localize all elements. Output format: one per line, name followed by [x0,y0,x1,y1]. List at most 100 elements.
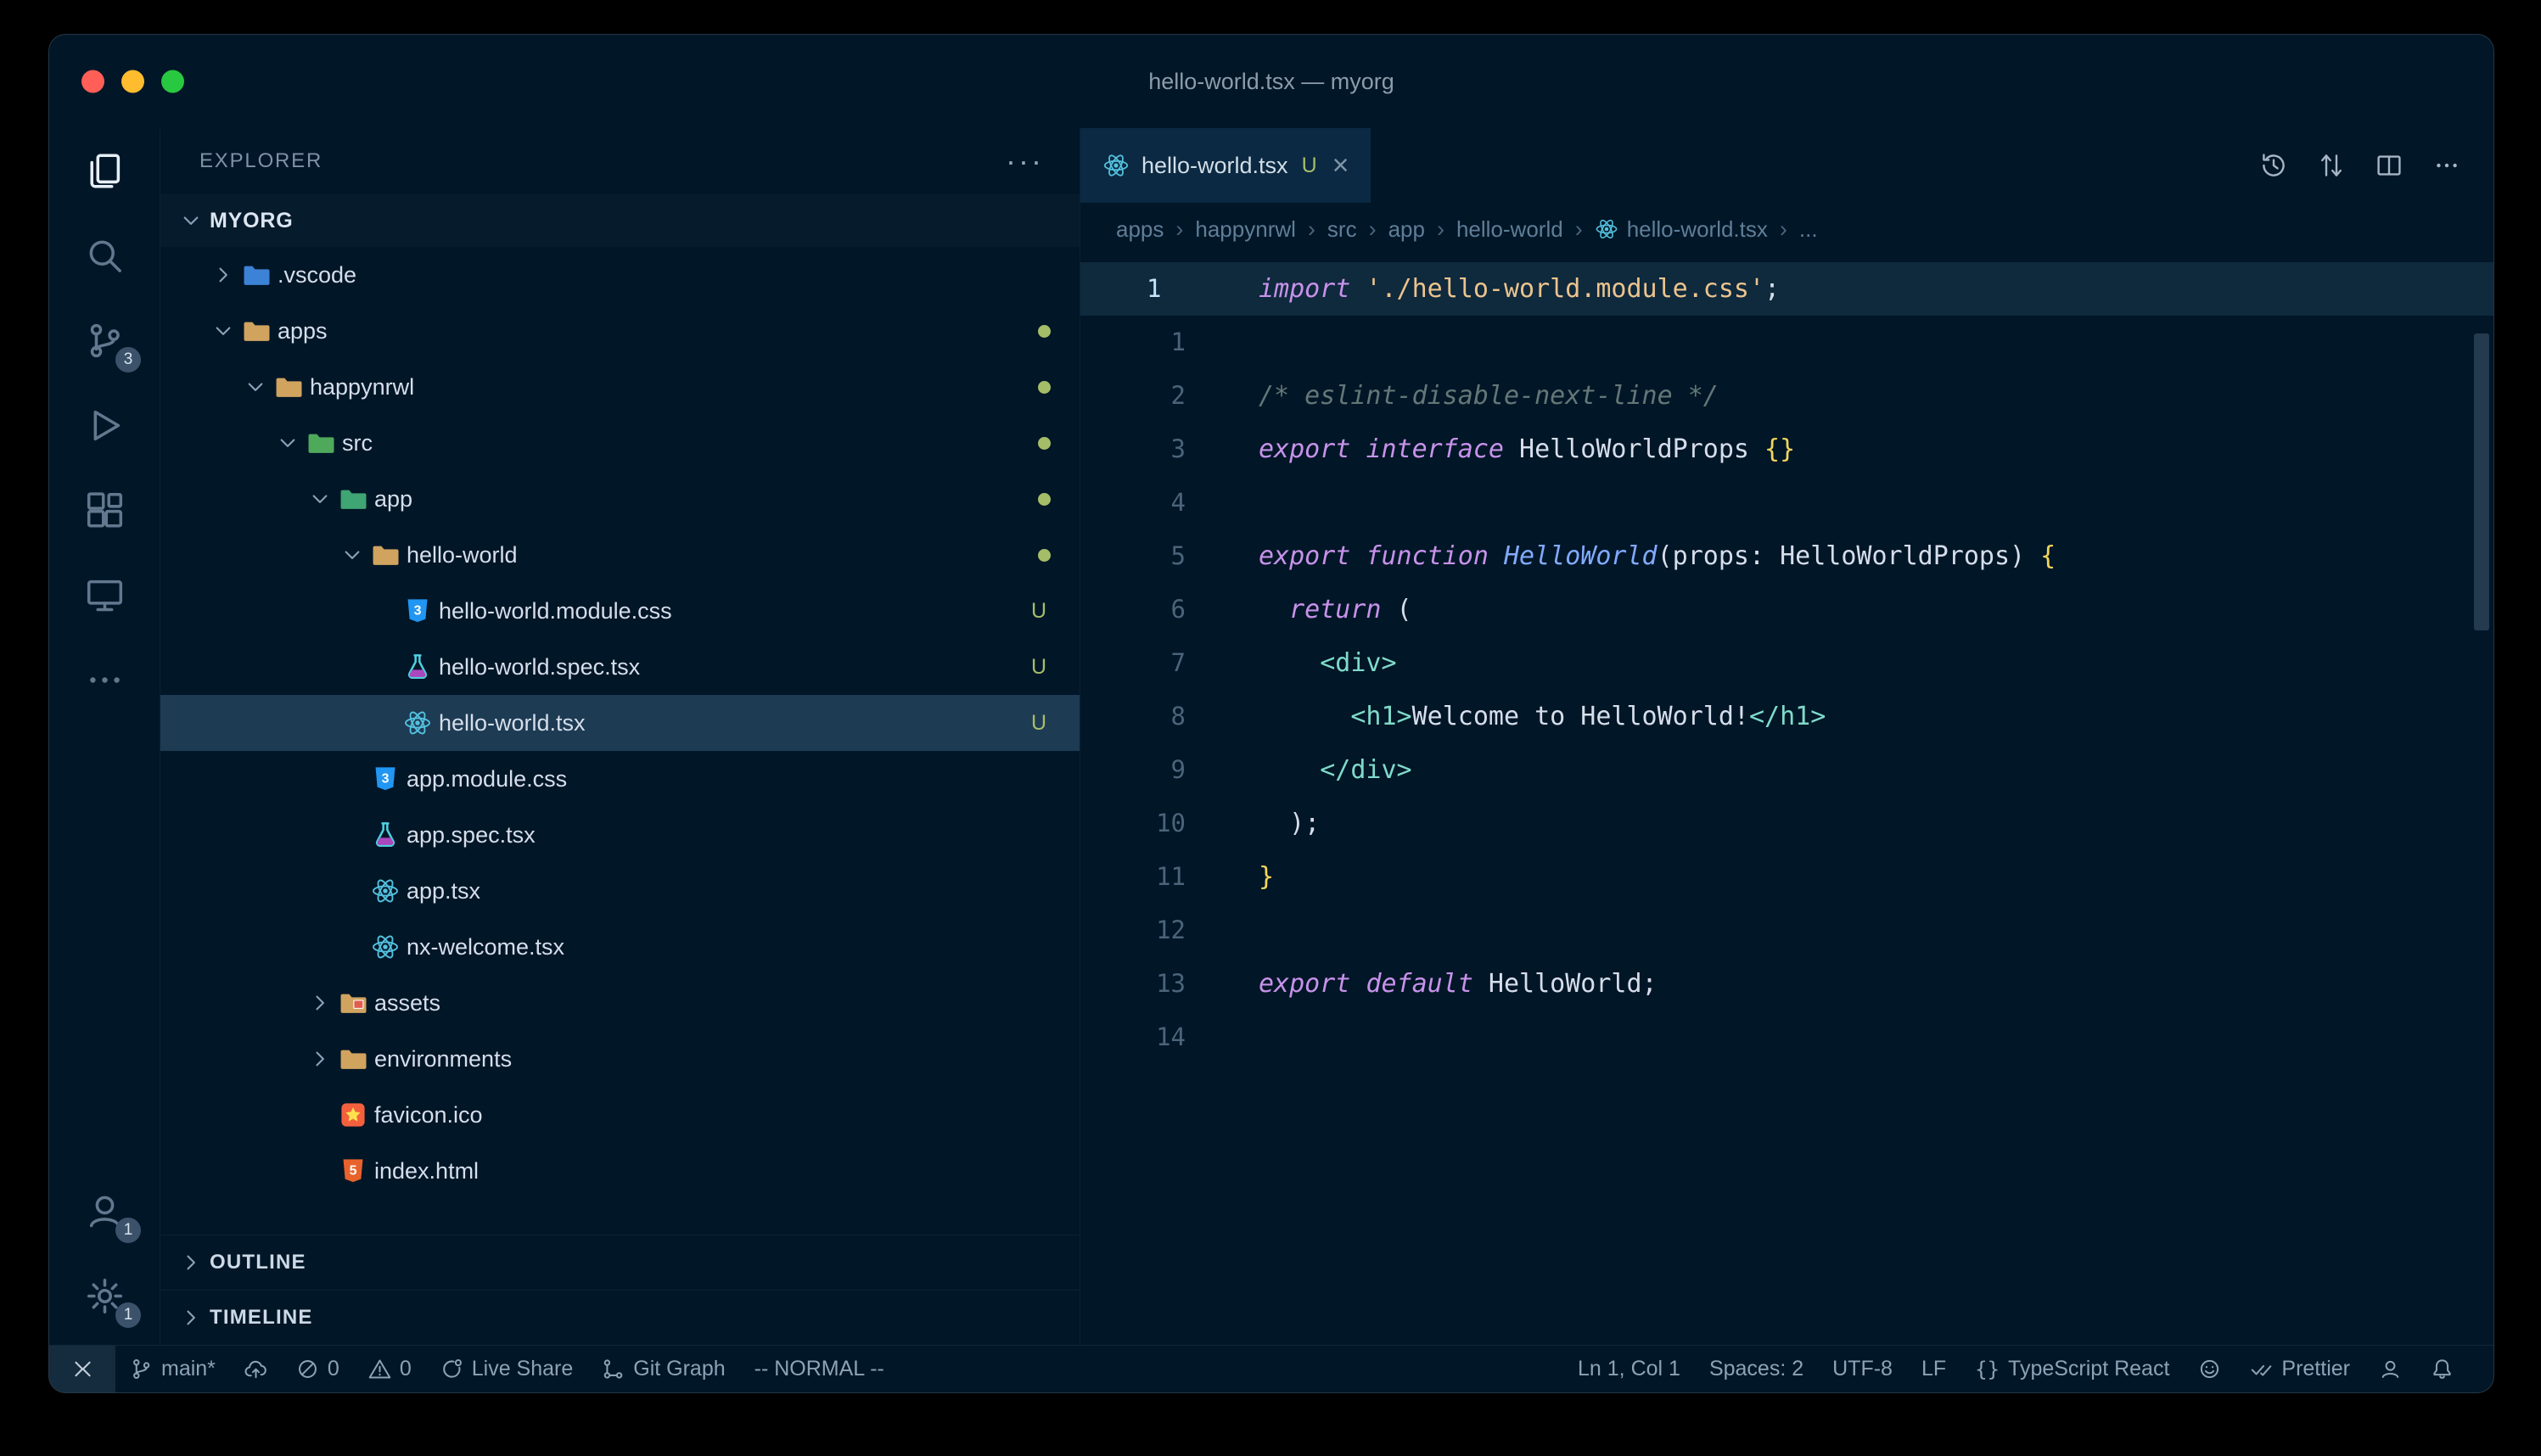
line-number: 8 [1080,690,1225,743]
activity-extensions[interactable] [49,468,160,552]
section-outline[interactable]: OUTLINE [160,1235,1080,1290]
tree-file-app-tsx[interactable]: app.tsx [160,863,1080,919]
tree-folder-apps[interactable]: apps [160,303,1080,359]
status-indentation[interactable]: Spaces: 2 [1695,1346,1818,1392]
chevron-down-icon [269,430,306,456]
status-feedback[interactable] [2184,1346,2235,1392]
split-editor-icon [2376,152,2403,179]
tree-file-app-module-css[interactable]: 3app.module.css [160,751,1080,807]
breadcrumb-label: app [1388,216,1425,243]
git-graph-icon [602,1358,625,1380]
activity-source-control[interactable]: 3 [49,298,160,383]
status-share-feedback[interactable] [2364,1346,2416,1392]
status-eol[interactable]: LF [1907,1346,1960,1392]
tree-file-index-html[interactable]: 5index.html [160,1143,1080,1199]
tree-folder-assets[interactable]: assets [160,975,1080,1031]
folder-tan-icon [242,316,271,345]
status-remote-window[interactable] [49,1346,115,1392]
tree-folder-src[interactable]: src [160,415,1080,471]
tree-file-hello-world-tsx[interactable]: hello-world.tsxU [160,695,1080,751]
sidebar-explorer: EXPLORER ··· MYORG .vscode apps happynrwls… [160,128,1080,1345]
breadcrumb-separator: › [1780,216,1787,243]
error-circle-icon [296,1358,319,1380]
section-timeline[interactable]: TIMELINE [160,1290,1080,1345]
minimize-button[interactable] [121,70,144,93]
activity-accounts[interactable]: 1 [49,1168,160,1253]
status-notifications[interactable] [2416,1346,2468,1392]
tree-file-app-spec-tsx[interactable]: app.spec.tsx [160,807,1080,863]
split-editor-button[interactable] [2364,141,2414,190]
breadcrumb-separator: › [1308,216,1315,243]
open-changes-button[interactable] [2307,141,2356,190]
chevron-right-icon [205,262,242,288]
breadcrumb-item[interactable]: hello-world.tsx [1595,216,1768,243]
chevron-down-icon [172,208,210,233]
status-errors[interactable]: 0 [282,1346,354,1392]
tab-close-icon[interactable]: × [1332,153,1349,178]
line-number: 11 [1080,850,1225,904]
react-icon [371,932,400,961]
tree-file-favicon-ico[interactable]: favicon.ico [160,1087,1080,1143]
tree-item-label: apps [278,318,328,344]
explorer-more-actions-button[interactable]: ··· [1006,153,1044,170]
git-modified-dot [1038,549,1051,562]
editor-actions [2249,128,2493,203]
activity-explorer[interactable] [49,128,160,213]
activity-search[interactable] [49,213,160,298]
tab-hello-world-tsx[interactable]: hello-world.tsx U × [1080,128,1371,203]
close-button[interactable] [81,70,104,93]
activity-settings[interactable]: 1 [49,1253,160,1338]
code-text [1225,1011,1259,1064]
breadcrumb-item[interactable]: src [1327,216,1357,243]
status-live-share[interactable]: Live Share [426,1346,588,1392]
breadcrumb-item[interactable]: app [1388,216,1425,243]
status-prettier[interactable]: Prettier [2235,1346,2364,1392]
activity-badge: 3 [115,347,141,372]
code-editor[interactable]: 1import './hello-world.module.css';12/* … [1080,255,2493,1345]
code-text: </div> [1225,743,1412,797]
tree-folder--vscode[interactable]: .vscode [160,247,1080,303]
tree-file-hello-world-module-css[interactable]: 3hello-world.module.cssU [160,583,1080,639]
tree-folder-hello-world[interactable]: hello-world [160,527,1080,583]
activity-additional-views[interactable] [49,637,160,722]
zoom-button[interactable] [161,70,184,93]
breadcrumb-item[interactable]: apps [1116,216,1164,243]
tree-root-myorg[interactable]: MYORG [160,194,1080,247]
status-encoding[interactable]: UTF-8 [1818,1346,1907,1392]
status-publish-changes[interactable] [230,1346,282,1392]
folder-src-icon [306,428,335,457]
code-line: 13export default HelloWorld; [1080,957,2493,1011]
braces-icon: {} [1975,1358,2000,1380]
breadcrumb-item[interactable]: hello-world [1456,216,1563,243]
tab-git-status-badge: U [1302,154,1317,178]
status-warnings[interactable]: 0 [354,1346,426,1392]
status-language-mode[interactable]: {}TypeScript React [1960,1346,2184,1392]
breadcrumb-item[interactable]: happynrwl [1195,216,1296,243]
tree-folder-app[interactable]: app [160,471,1080,527]
code-line: 10 ); [1080,797,2493,850]
tree-item-label: nx-welcome.tsx [407,934,564,960]
status-text: main* [161,1357,216,1381]
breadcrumb-item[interactable]: ... [1799,216,1818,243]
activity-bar-bottom: 11 [49,1168,160,1345]
line-number: 5 [1080,529,1225,583]
tree-file-nx-welcome-tsx[interactable]: nx-welcome.tsx [160,919,1080,975]
status-git-branch[interactable]: main* [115,1346,230,1392]
open-timeline-button[interactable] [2249,141,2298,190]
breadcrumb-separator: › [1437,216,1444,243]
tree-folder-happynrwl[interactable]: happynrwl [160,359,1080,415]
activity-run-and-debug[interactable] [49,383,160,468]
activity-bar-top: 3 [49,128,160,722]
activity-remote-explorer[interactable] [49,552,160,637]
folder-vscode-icon [242,260,271,289]
code-text: export default HelloWorld; [1225,957,1658,1011]
explorer-header: EXPLORER ··· [160,128,1080,194]
more-actions-button[interactable] [2422,141,2471,190]
status-git-graph[interactable]: Git Graph [587,1346,739,1392]
window-controls [81,70,184,93]
status-vim-mode[interactable]: -- NORMAL -- [740,1346,899,1392]
status-cursor-position[interactable]: Ln 1, Col 1 [1563,1346,1695,1392]
editor-scrollbar[interactable] [2474,333,2489,630]
tree-folder-environments[interactable]: environments [160,1031,1080,1087]
tree-file-hello-world-spec-tsx[interactable]: hello-world.spec.tsxU [160,639,1080,695]
